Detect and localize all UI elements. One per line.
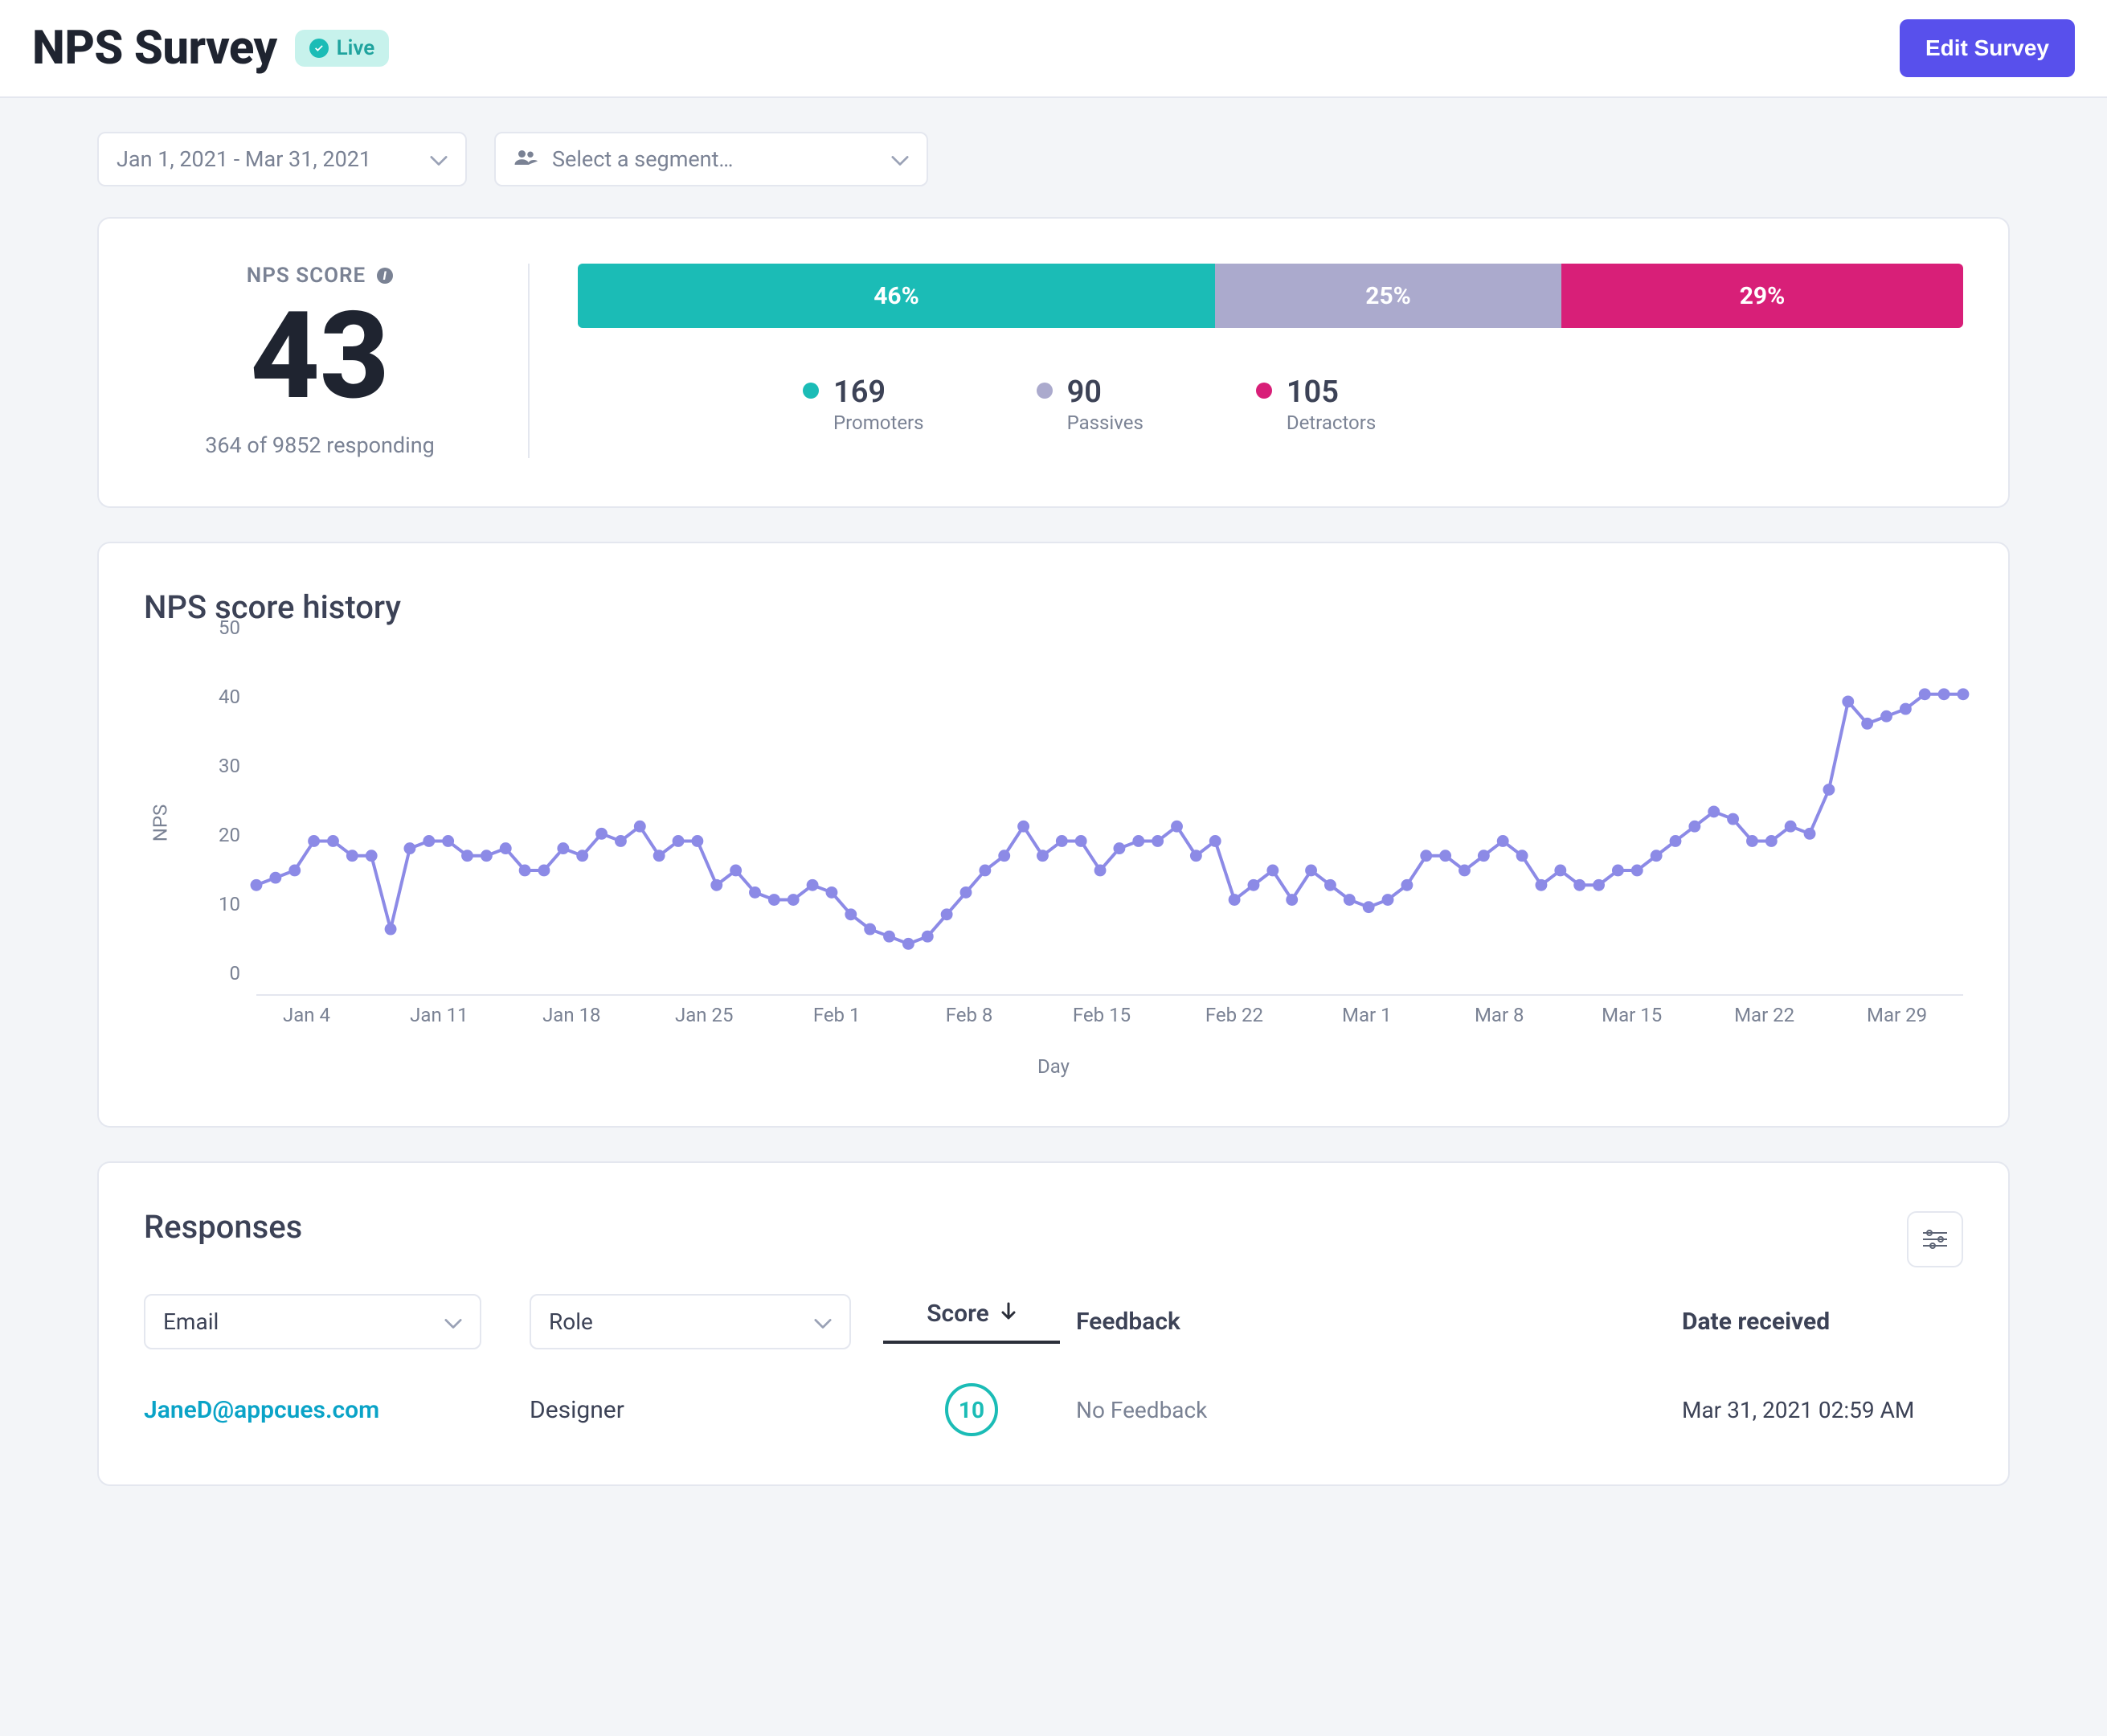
status-badge-label: Live	[337, 36, 375, 60]
arrow-down-icon	[1000, 1300, 1017, 1327]
status-badge-live: Live	[295, 30, 390, 67]
nps-score-value: 43	[144, 296, 496, 416]
nps-stacked-bar: 46% 25% 29%	[578, 264, 1963, 328]
card-title: NPS score history	[144, 588, 1963, 626]
bar-segment-promoters: 46%	[578, 264, 1215, 328]
filter-button[interactable]	[1907, 1211, 1963, 1267]
feedback-column-header[interactable]: Feedback	[1060, 1308, 1682, 1336]
segment-select[interactable]: Select a segment…	[494, 132, 928, 186]
filter-bar: Jan 1, 2021 - Mar 31, 2021 Select a segm…	[97, 132, 2010, 186]
role-column-select[interactable]: Role	[530, 1294, 851, 1349]
response-role: Designer	[530, 1396, 883, 1424]
chevron-down-icon	[444, 1308, 462, 1335]
chevron-down-icon	[814, 1308, 832, 1335]
legend-promoters: 169 Promoters	[803, 375, 924, 434]
response-date: Mar 31, 2021 02:59 AM	[1682, 1397, 1963, 1423]
nps-history-card: NPS score history NPS 01020304050 Jan 4J…	[97, 542, 2010, 1128]
page-header: NPS Survey Live Edit Survey	[0, 0, 2107, 98]
bar-segment-detractors: 29%	[1561, 264, 1963, 328]
dot-icon	[1256, 383, 1272, 399]
response-score-chip: 10	[945, 1383, 998, 1436]
legend-detractors: 105 Detractors	[1256, 375, 1376, 434]
date-range-select[interactable]: Jan 1, 2021 - Mar 31, 2021	[97, 132, 467, 186]
responses-card: Responses Email	[97, 1161, 2010, 1486]
chart-yaxis: 01020304050	[192, 650, 240, 996]
nps-score-label: NPS SCORE i	[144, 264, 496, 288]
date-column-header[interactable]: Date received	[1682, 1308, 1963, 1336]
table-row: JaneD@appcues.comDesigner 10 No FeedbackMa…	[144, 1349, 1963, 1436]
ytick: 50	[219, 616, 240, 639]
chart-xlabel: Day	[144, 1055, 1963, 1078]
card-title: Responses	[144, 1208, 302, 1246]
chart-ylabel: NPS	[149, 805, 171, 842]
nps-history-chart	[256, 650, 1963, 996]
responses-header-row: Email Role Score Feedback Date received	[144, 1294, 1963, 1349]
responding-text: 364 of 9852 responding	[144, 432, 496, 458]
page-title: NPS Survey	[32, 21, 277, 76]
score-column-header[interactable]: Score	[883, 1300, 1060, 1344]
date-range-value: Jan 1, 2021 - Mar 31, 2021	[117, 146, 371, 172]
dot-icon	[803, 383, 819, 399]
legend-passives: 90 Passives	[1037, 375, 1144, 434]
ytick: 10	[219, 893, 240, 915]
segment-placeholder: Select a segment…	[552, 146, 734, 172]
ytick: 40	[219, 686, 240, 708]
ytick: 20	[219, 824, 240, 846]
chevron-down-icon	[430, 146, 448, 172]
sliders-icon	[1921, 1228, 1949, 1251]
nps-score-card: NPS SCORE i 43 364 of 9852 responding 46…	[97, 217, 2010, 508]
edit-survey-button[interactable]: Edit Survey	[1900, 19, 2075, 77]
nps-legend: 169 Promoters 90 Passives	[578, 375, 1963, 434]
response-feedback: No Feedback	[1060, 1397, 1682, 1423]
check-circle-icon	[309, 39, 329, 58]
info-icon[interactable]: i	[377, 268, 393, 284]
users-icon	[513, 146, 538, 172]
response-email[interactable]: JaneD@appcues.com	[144, 1396, 530, 1424]
ytick: 30	[219, 755, 240, 777]
dot-icon	[1037, 383, 1053, 399]
bar-segment-passives: 25%	[1215, 264, 1561, 328]
ytick: 0	[230, 962, 241, 985]
chevron-down-icon	[891, 146, 909, 172]
email-column-select[interactable]: Email	[144, 1294, 481, 1349]
